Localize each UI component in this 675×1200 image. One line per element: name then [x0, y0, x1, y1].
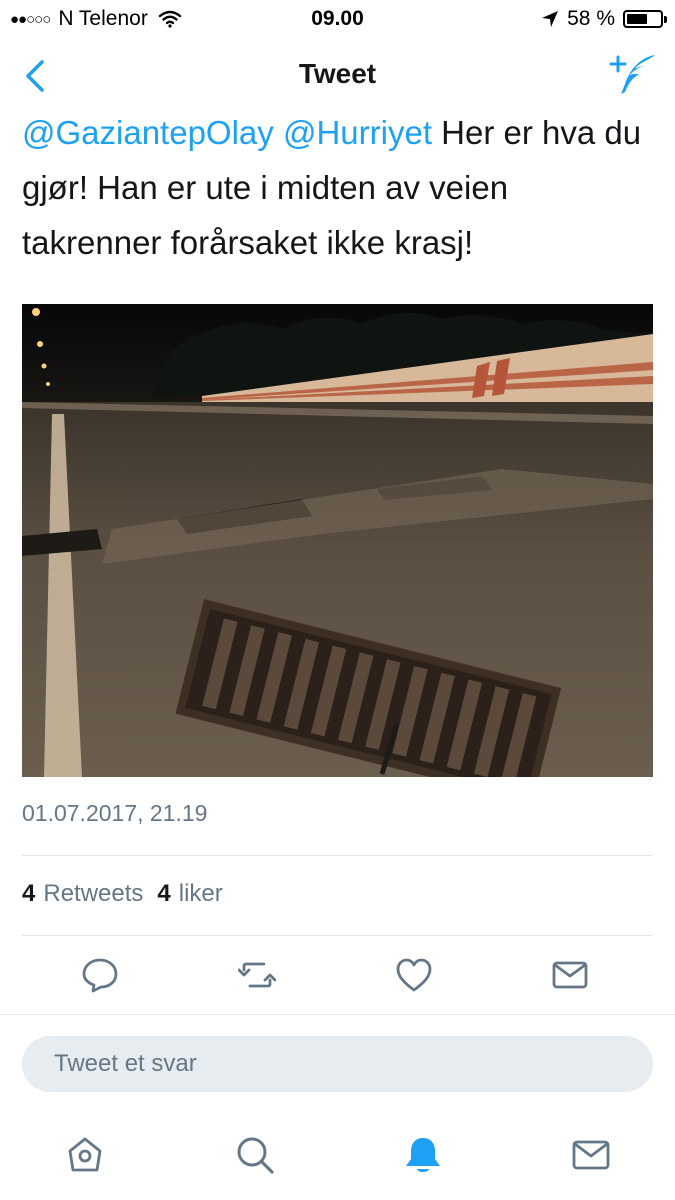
status-bar: ●●○○○ N Telenor 09.00 58 % — [0, 0, 675, 38]
tab-notifications[interactable] — [398, 1130, 448, 1180]
divider — [0, 1014, 675, 1015]
battery-percent: 58 % — [567, 7, 615, 30]
like-button[interactable] — [389, 950, 439, 1000]
engagement-stats: 4 Retweets 4 liker — [22, 880, 237, 908]
home-icon — [68, 1137, 102, 1172]
location-arrow-icon — [542, 11, 559, 27]
direct-message-icon — [552, 961, 588, 989]
reply-button[interactable] — [75, 950, 125, 1000]
mention-link[interactable]: @GaziantepOlay — [22, 114, 274, 151]
like-icon — [396, 958, 432, 992]
tab-search[interactable] — [230, 1130, 280, 1180]
reply-input[interactable] — [22, 1036, 653, 1092]
battery-icon — [623, 10, 667, 28]
retweet-button[interactable] — [232, 950, 282, 1000]
like-count: 4 — [157, 880, 171, 907]
tweet-photo[interactable] — [22, 304, 653, 777]
tweet-timestamp: 01.07.2017, 21.19 — [22, 800, 208, 826]
tweet-text: @GaziantepOlay @Hurriyet Her er hva du g… — [22, 105, 652, 270]
tab-home[interactable] — [60, 1130, 110, 1180]
divider — [22, 855, 653, 856]
like-label: liker — [178, 880, 223, 907]
retweet-label: Retweets — [43, 880, 144, 907]
page-title: Tweet — [298, 58, 377, 89]
reply-icon — [82, 958, 118, 993]
compose-tweet-button[interactable] — [609, 52, 657, 98]
notifications-icon — [406, 1138, 440, 1172]
search-icon — [237, 1137, 274, 1174]
navigation-bar: Tweet — [0, 38, 675, 113]
retweet-count: 4 — [22, 880, 36, 907]
direct-message-button[interactable] — [545, 950, 595, 1000]
messages-icon — [572, 1140, 610, 1170]
divider — [22, 935, 653, 936]
retweet-icon — [237, 962, 277, 988]
status-right: 58 % — [541, 7, 667, 31]
tab-messages[interactable] — [566, 1130, 616, 1180]
mention-link[interactable]: @Hurriyet — [283, 114, 432, 151]
photo-drain-grate-on-road — [22, 304, 653, 777]
compose-tweet-icon — [609, 55, 655, 94]
retweet-stat[interactable]: 4 Retweets — [22, 880, 143, 908]
like-stat[interactable]: 4 liker — [157, 880, 222, 908]
